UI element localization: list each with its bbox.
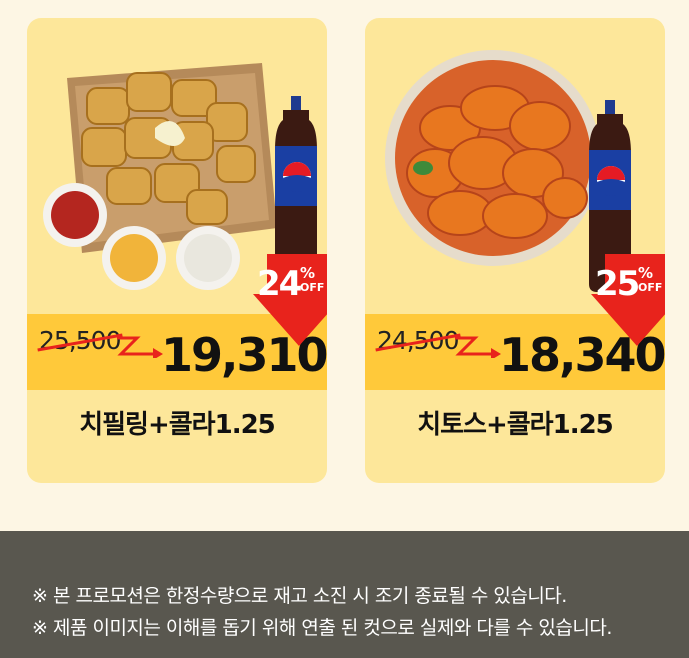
promotion-notice: ※ 본 프로모션은 한정수량으로 재고 소진 시 조기 종료될 수 있습니다. … <box>0 531 689 658</box>
percent-sign: % <box>638 264 654 282</box>
off-label: OFF <box>300 281 325 294</box>
discount-label: 24 % OFF <box>257 264 327 304</box>
price-arrow-icon <box>455 336 501 358</box>
notice-line: ※ 제품 이미지는 이해를 돕기 위해 연출 된 컷으로 실제와 다를 수 있습… <box>32 617 612 639</box>
off-label: OFF <box>638 281 663 294</box>
discount-label: 25 % OFF <box>595 264 665 304</box>
product-card-chitos[interactable]: 24,500 18,340 25 % OFF 치토스+콜라1.25 <box>365 18 665 483</box>
discount-percent: 24 <box>257 264 302 304</box>
product-name: 치토스+콜라1.25 <box>417 410 614 440</box>
price-arrow-icon <box>117 336 163 358</box>
discount-percent: 25 <box>595 264 640 304</box>
product-name: 치필링+콜라1.25 <box>79 410 276 440</box>
product-card-chifilling[interactable]: 25,500 19,310 24 % OFF 치필링+콜라1.25 <box>27 18 327 483</box>
notice-line: ※ 본 프로모션은 한정수량으로 재고 소진 시 조기 종료될 수 있습니다. <box>32 585 567 607</box>
percent-sign: % <box>300 264 316 282</box>
